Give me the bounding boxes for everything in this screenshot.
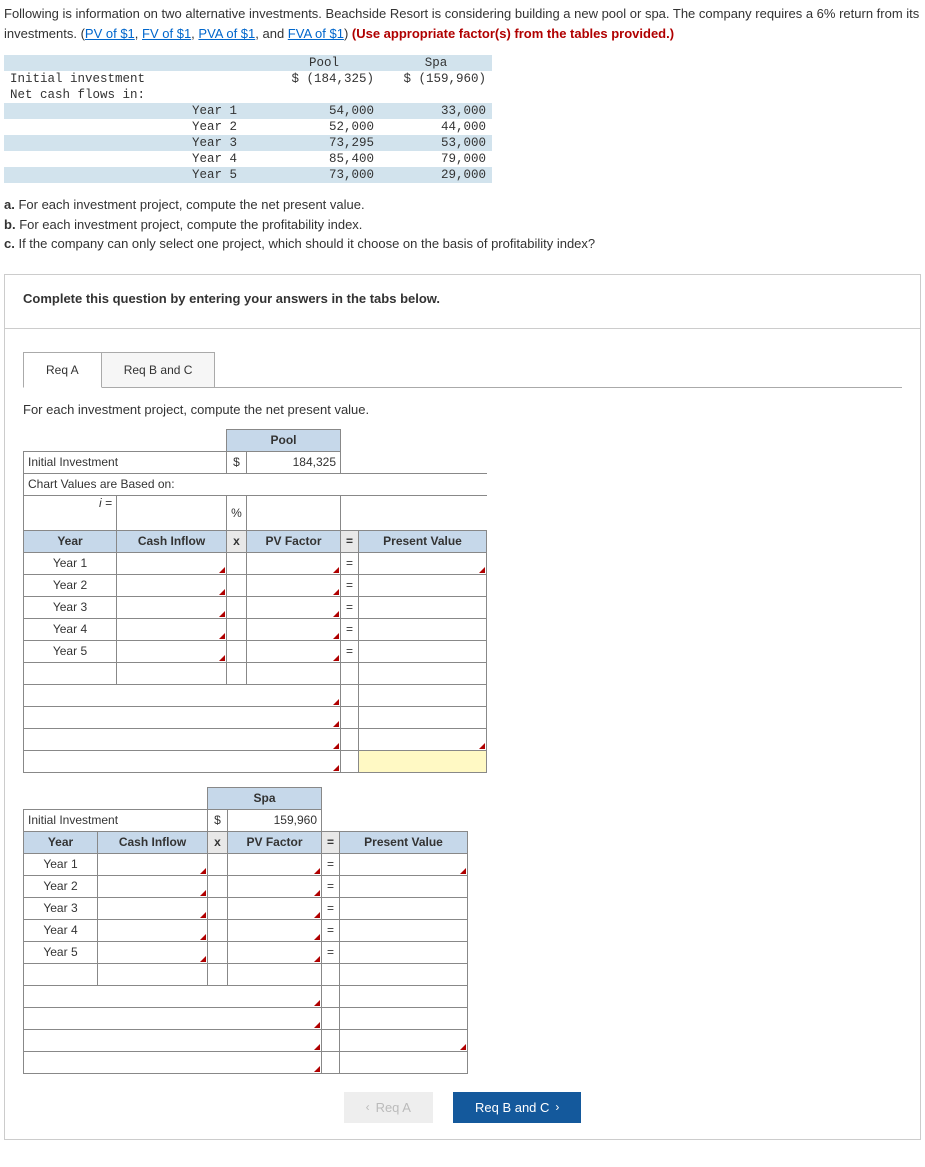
pool-extra-pv[interactable]: [359, 729, 486, 749]
tab-req-b-and-c[interactable]: Req B and C: [102, 352, 216, 388]
pool-table: Pool Initial Investment$184,325 Chart Va…: [23, 429, 487, 773]
prev-button[interactable]: ‹Req A: [344, 1092, 433, 1123]
investment-data-table: PoolSpa Initial investment$ (184,325)$ (…: [4, 55, 492, 183]
spa-pvf-1[interactable]: [228, 854, 321, 874]
pool-pvf-3[interactable]: [247, 597, 340, 617]
spa-pvf-4[interactable]: [228, 920, 321, 940]
spa-pvf-3[interactable]: [228, 898, 321, 918]
pv-link[interactable]: PV of $1: [85, 26, 135, 41]
pool-pvf-4[interactable]: [247, 619, 340, 639]
spa-ci-5[interactable]: [98, 942, 207, 962]
pool-extra-3[interactable]: [24, 729, 340, 749]
problem-intro: Following is information on two alternat…: [4, 4, 921, 43]
spa-pv-1[interactable]: [340, 854, 467, 874]
question-list: a. For each investment project, compute …: [4, 195, 921, 254]
answer-prompt: Complete this question by entering your …: [5, 275, 920, 329]
chevron-right-icon: ›: [555, 1100, 559, 1114]
spa-ci-3[interactable]: [98, 898, 207, 918]
spa-pv-5[interactable]: [340, 942, 467, 962]
spa-extra-pv[interactable]: [340, 1030, 467, 1050]
pool-ci-2[interactable]: [117, 575, 226, 595]
fv-link[interactable]: FV of $1: [142, 26, 191, 41]
spa-ci-2[interactable]: [98, 876, 207, 896]
spa-pv-3[interactable]: [340, 898, 467, 918]
pool-pv-2[interactable]: [359, 575, 486, 595]
pool-pv-5[interactable]: [359, 641, 486, 661]
pool-pv-1[interactable]: [359, 553, 486, 573]
pool-pv-4[interactable]: [359, 619, 486, 639]
pool-ci-1[interactable]: [117, 553, 226, 573]
next-button[interactable]: Req B and C›: [453, 1092, 581, 1123]
spa-extra-3[interactable]: [24, 1030, 321, 1050]
pool-extra-2[interactable]: [24, 707, 340, 727]
pool-pv-3[interactable]: [359, 597, 486, 617]
pool-extra-4[interactable]: [24, 751, 340, 771]
pool-ci-3[interactable]: [117, 597, 226, 617]
spa-ci-4[interactable]: [98, 920, 207, 940]
spa-table: Spa Initial Investment$159,960 YearCash …: [23, 787, 468, 1074]
spa-ci-1[interactable]: [98, 854, 207, 874]
spa-extra-1[interactable]: [24, 986, 321, 1006]
pool-ci-5[interactable]: [117, 641, 226, 661]
spa-pv-4[interactable]: [340, 920, 467, 940]
spa-pvf-5[interactable]: [228, 942, 321, 962]
tab-instruction: For each investment project, compute the…: [23, 402, 902, 417]
pool-pvf-1[interactable]: [247, 553, 340, 573]
chevron-left-icon: ‹: [366, 1100, 370, 1114]
pool-pvf-2[interactable]: [247, 575, 340, 595]
spa-pv-2[interactable]: [340, 876, 467, 896]
fva-link[interactable]: FVA of $1: [288, 26, 344, 41]
spa-extra-2[interactable]: [24, 1008, 321, 1028]
rate-input[interactable]: [28, 510, 112, 530]
pool-extra-1[interactable]: [24, 685, 340, 705]
spa-extra-4[interactable]: [24, 1052, 321, 1072]
tab-strip: Req A Req B and C: [23, 351, 920, 387]
answer-frame: Complete this question by entering your …: [4, 274, 921, 1140]
spa-pvf-2[interactable]: [228, 876, 321, 896]
tab-req-a[interactable]: Req A: [23, 352, 102, 388]
pool-ci-4[interactable]: [117, 619, 226, 639]
pool-pvf-5[interactable]: [247, 641, 340, 661]
pva-link[interactable]: PVA of $1: [198, 26, 255, 41]
